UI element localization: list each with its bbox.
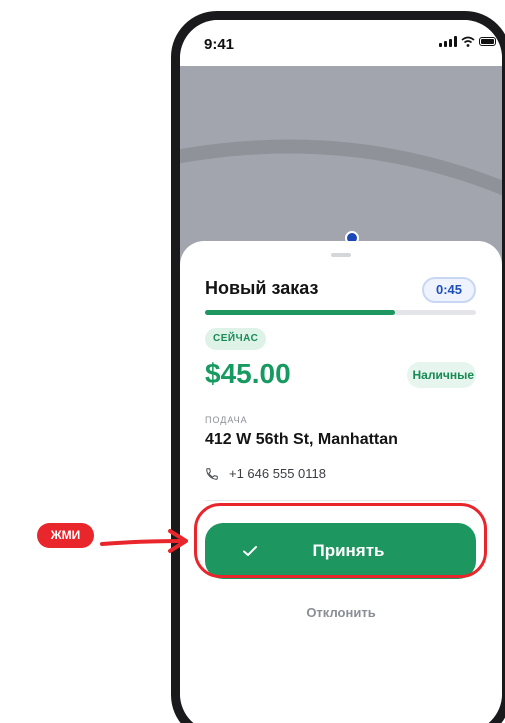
payment-method-badge: Наличные: [406, 362, 476, 388]
signal-icon: [439, 36, 457, 47]
order-price: $45.00: [205, 358, 291, 389]
order-title: Новый заказ: [205, 278, 319, 298]
order-sheet: Новый заказ 0:45 СЕЙЧАС $45.00 Наличные …: [180, 241, 502, 723]
map-road: [180, 139, 502, 196]
countdown-progress: [205, 310, 476, 315]
wifi-icon: [461, 36, 475, 47]
pickup-label: ПОДАЧА: [205, 415, 248, 425]
pickup-address: 412 W 56th St, Manhattan: [205, 431, 398, 448]
status-time: 9:41: [204, 36, 235, 53]
timer-badge: 0:45: [422, 277, 476, 303]
tutorial-highlight-ring: [194, 503, 487, 578]
status-bar: 9:41: [180, 20, 502, 66]
decline-button[interactable]: Отклонить: [180, 605, 502, 620]
status-icons: [439, 36, 496, 47]
phone-screen: 9:41 Новый заказ 0:45 СЕЙЧАС $45.00 Нали…: [180, 20, 502, 723]
phone-icon: [206, 467, 218, 480]
sheet-grabber[interactable]: [331, 253, 351, 257]
countdown-progress-fill: [205, 310, 395, 315]
customer-phone[interactable]: +1 646 555 0118: [205, 466, 326, 481]
battery-icon: [479, 37, 496, 46]
tutorial-hint-badge: ЖМИ: [37, 523, 94, 548]
phone-number: +1 646 555 0118: [229, 466, 326, 481]
arrow-right-icon: [100, 529, 188, 553]
phone-frame: 9:41 Новый заказ 0:45 СЕЙЧАС $45.00 Нали…: [171, 11, 505, 723]
divider: [205, 500, 476, 501]
urgency-badge: СЕЙЧАС: [205, 328, 267, 350]
